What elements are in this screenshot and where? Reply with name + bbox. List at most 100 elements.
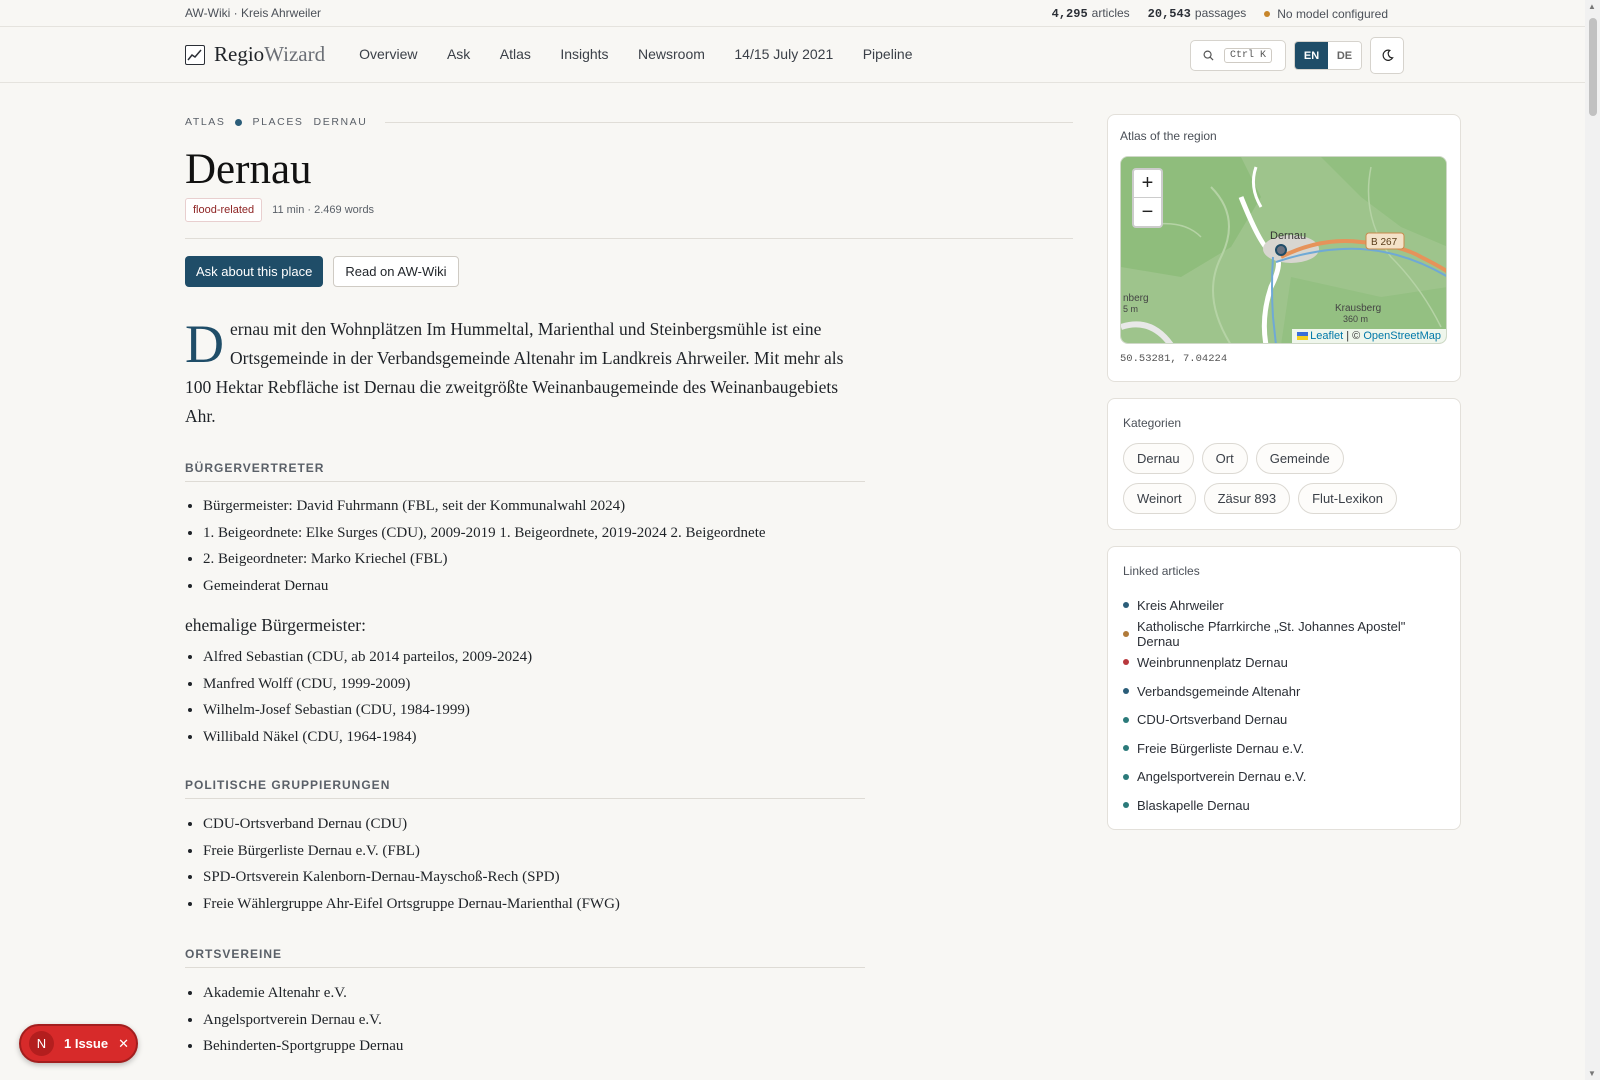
linked-article[interactable]: Blaskapelle Dernau [1123,791,1445,820]
brand-name: RegioWizard [214,42,326,66]
linked-article[interactable]: Verbandsgemeinde Altenahr [1123,677,1445,706]
representatives-list: Bürgermeister: David Fuhrmann (FBL, seit… [185,493,865,599]
atlas-card: Atlas of the region B 267 Dernau Krausbe… [1107,114,1461,382]
former-mayors-heading: ehemalige Bürgermeister: [185,615,366,635]
map-attribution: Leaflet | © OpenStreetMap [1292,329,1446,343]
list-item: Behinderten-Sportgruppe Dernau [203,1033,865,1060]
breadcrumb-places[interactable]: PLACES [252,116,303,128]
hill-height: 360 m [1343,314,1368,324]
section-heading-political-groups: POLITISCHE GRUPPIERUNGEN [185,778,865,799]
clubs-list: Akademie Altenahr e.V. Angelsportverein … [185,980,865,1060]
linked-article[interactable]: Katholische Pfarrkirche „St. Johannes Ap… [1123,619,1445,649]
nav-atlas[interactable]: Atlas [500,46,531,62]
list-item: Akademie Altenahr e.V. [203,980,865,1007]
reading-time: 11 min · 2.469 words [272,204,375,216]
nav-ask[interactable]: Ask [447,46,470,62]
category-chip[interactable]: Weinort [1123,483,1196,514]
list-item: Willibald Näkel (CDU, 1964-1984) [203,724,865,751]
lang-en-button[interactable]: EN [1295,42,1328,69]
list-item: Alfred Sebastian (CDU, ab 2014 parteilos… [203,644,865,671]
zoom-in-button[interactable]: + [1134,170,1161,198]
breadcrumb: ATLAS PLACES DERNAU [185,110,1073,134]
nav-insights[interactable]: Insights [560,46,608,62]
left-sub-label: 5 m [1123,304,1138,314]
nav-newsroom[interactable]: Newsroom [638,46,705,62]
category-chip[interactable]: Zäsur 893 [1203,483,1291,514]
category-chip[interactable]: Gemeinde [1255,443,1344,474]
bullet [1123,745,1129,752]
list-item: CDU-Ortsverband Dernau (CDU) [203,811,865,838]
page-meta: flood-related 11 min · 2.469 words [185,198,1073,222]
category-chip[interactable]: Flut-Lexikon [1298,483,1397,514]
region-map[interactable]: B 267 Dernau Krausberg 360 m nberg 5 m +… [1120,156,1447,344]
main-content: ATLAS PLACES DERNAU Dernau flood-related… [185,110,1073,1060]
breadcrumb-rule [385,121,1073,123]
close-icon[interactable]: ✕ [118,1036,129,1052]
nav-flood-date[interactable]: 14/15 July 2021 [734,46,833,62]
leaflet-flag-icon [1297,332,1309,341]
scroll-down-icon[interactable]: ▼ [1588,1069,1596,1078]
status-dot [1264,11,1271,18]
linked-title: Linked articles [1123,564,1200,578]
scrollbar[interactable]: ▲ ▼ [1585,0,1600,1080]
action-bar: Ask about this place Read on AW-Wiki [185,256,1073,287]
ask-place-button[interactable]: Ask about this place [185,256,324,287]
lead-paragraph: Dernau mit den Wohnplätzen Im Hummeltal,… [185,314,844,426]
breadcrumb-current: DERNAU [313,116,368,128]
passages-count: 20,543 passages [1147,6,1247,21]
lang-de-button[interactable]: DE [1328,42,1361,69]
list-item: Freie Bürgerliste Dernau e.V. (FBL) [203,838,865,865]
linked-article[interactable]: Angelsportverein Dernau e.V. [1123,763,1445,792]
former-mayors-list: Alfred Sebastian (CDU, ab 2014 parteilos… [185,644,865,750]
breadcrumb-separator [235,118,243,126]
read-wiki-button[interactable]: Read on AW-Wiki [333,256,459,287]
issue-count: 1 Issue [64,1036,109,1051]
linked-articles-card: Linked articles Kreis Ahrweiler Katholis… [1107,546,1461,830]
main-nav: Overview Ask Atlas Insights Newsroom 14/… [359,46,937,64]
linked-article[interactable]: Freie Bürgerliste Dernau e.V. [1123,734,1445,763]
nav-overview[interactable]: Overview [359,46,417,62]
theme-toggle-button[interactable] [1370,37,1404,74]
hill-label: Krausberg [1335,303,1381,314]
list-item: Freie Wählergruppe Ahr-Eifel Ortsgruppe … [203,891,865,918]
breadcrumb-atlas[interactable]: ATLAS [185,116,225,128]
list-item: 1. Beigeordnete: Elke Surges (CDU), 2009… [203,520,865,547]
search-button[interactable]: Ctrl K [1190,40,1286,71]
section-heading-representatives: BÜRGERVERTRETER [185,461,865,482]
scrollbar-thumb[interactable] [1589,18,1597,116]
list-item: Manfred Wolff (CDU, 1999-2009) [203,671,865,698]
bullet [1123,802,1129,809]
political-groups-list: CDU-Ortsverband Dernau (CDU) Freie Bürge… [185,811,865,917]
model-status: No model configured [1264,7,1388,21]
list-item: 2. Beigeordneter: Marko Kriechel (FBL) [203,546,865,573]
road-label: B 267 [1371,237,1398,248]
category-chip[interactable]: Ort [1201,443,1248,474]
left-label: nberg [1123,293,1149,304]
scroll-up-icon[interactable]: ▲ [1588,2,1596,11]
categories-title: Kategorien [1123,416,1182,430]
section-heading-clubs: ORTSVEREINE [185,947,865,968]
logo[interactable]: RegioWizard [185,42,325,67]
search-shortcut: Ctrl K [1224,48,1273,63]
leaflet-link[interactable]: Leaflet [1310,330,1343,342]
osm-link[interactable]: OpenStreetMap [1363,330,1441,342]
article-body: Dernau mit den Wohnplätzen Im Hummeltal,… [185,315,865,1060]
linked-article[interactable]: Weinbrunnenplatz Dernau [1123,648,1445,677]
map-tiles: B 267 Dernau Krausberg 360 m nberg 5 m [1121,157,1446,343]
bullet [1123,773,1129,780]
linked-article[interactable]: Kreis Ahrweiler [1123,591,1445,620]
linked-article[interactable]: CDU-Ortsverband Dernau [1123,705,1445,734]
zoom-out-button[interactable]: − [1134,198,1161,226]
issues-indicator[interactable]: N 1 Issue ✕ [19,1024,138,1063]
nav-pipeline[interactable]: Pipeline [863,46,913,62]
category-chip[interactable]: Dernau [1123,443,1194,474]
drop-cap: D [185,314,224,374]
place-label: Dernau [1270,230,1306,242]
zoom-control: + − [1132,168,1163,228]
bullet [1123,716,1129,723]
bullet [1123,630,1129,637]
bullet [1123,602,1129,609]
flood-tag: flood-related [185,198,263,222]
chart-logo-icon [185,44,205,65]
search-icon [1203,50,1214,61]
